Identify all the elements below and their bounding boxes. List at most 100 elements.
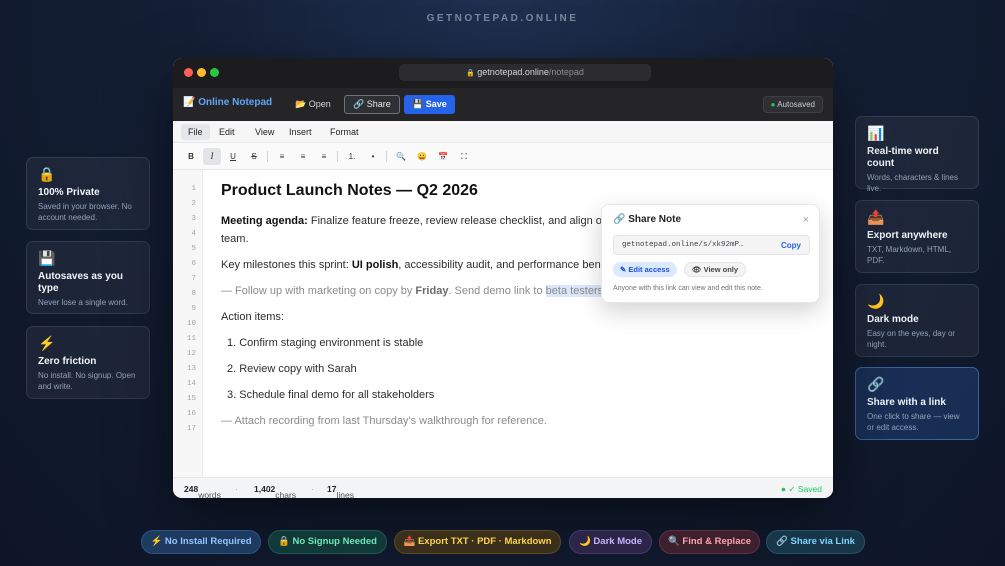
align-left-button[interactable]: ≡ <box>273 148 291 165</box>
app-header: 📝 Online Notepad 📂 Open 🔗 Share 💾 Save ●… <box>173 88 833 121</box>
minimize-window-button[interactable] <box>197 68 206 77</box>
agenda-continuation: team. <box>221 233 249 245</box>
copy-link-button[interactable]: Copy <box>781 241 801 250</box>
feature-desc: Saved in your browser. No account needed… <box>38 202 132 222</box>
menu-bar: File Edit View Insert Format <box>173 121 833 143</box>
feature-title: Export anywhere <box>867 230 948 241</box>
align-center-button[interactable]: ≡ <box>294 148 312 165</box>
calendar-icon[interactable]: 📅 <box>434 148 452 165</box>
find-icon[interactable]: 🔍 <box>392 148 410 165</box>
strikethrough-button[interactable]: S <box>245 148 263 165</box>
milestones-bold: UI polish <box>351 259 399 271</box>
line-count-value: 17 <box>327 484 337 494</box>
line-number: 2 <box>191 200 196 208</box>
feature-desc: Easy on the eyes, day or night. <box>867 329 956 349</box>
saved-indicator: ● ✓ Saved <box>780 484 822 494</box>
list-item: 3. Schedule final demo for all stakehold… <box>227 389 435 401</box>
feature-title: Real-time word count <box>867 146 939 169</box>
feature-card-share: 🔗 Share with a link One click to share —… <box>855 367 979 440</box>
status-bar: 248 words · 1,402 chars · 17 lines ● ✓ S… <box>173 477 833 498</box>
agenda-line: Meeting agenda: Finalize feature freeze,… <box>221 215 608 227</box>
menu-insert[interactable]: Insert <box>282 124 319 140</box>
brand-title: GETNOTEPAD.ONLINE <box>426 13 579 24</box>
feature-card-export: 📤 Export anywhere TXT, Markdown, HTML, P… <box>855 200 979 273</box>
numbered-list-button[interactable]: 1. <box>343 148 361 165</box>
underline-button[interactable]: U <box>224 148 242 165</box>
feature-card-private: 🔒 100% Private Saved in your browser. No… <box>26 157 150 230</box>
feature-desc: One click to share — view or edit access… <box>867 412 960 432</box>
line-number: 14 <box>186 380 196 388</box>
bold-button[interactable]: B <box>182 148 200 165</box>
agenda-label: Meeting agenda: <box>221 215 308 227</box>
menu-view[interactable]: View <box>248 124 281 140</box>
line-number-gutter: 1 2 3 4 5 6 7 8 9 10 11 12 13 14 15 16 1… <box>173 170 203 477</box>
autosaved-label: Autosaved <box>777 100 815 109</box>
emoji-icon[interactable]: 😀 <box>413 148 431 165</box>
char-count-value: 1,402 <box>254 484 276 494</box>
italic-button[interactable]: I <box>203 148 221 165</box>
char-count-label: chars <box>275 490 297 498</box>
autosaved-badge: ● Autosaved <box>762 96 823 113</box>
share-button[interactable]: 🔗 Share <box>344 95 400 114</box>
char-count: 1,402 chars <box>254 484 296 498</box>
line-number: 3 <box>191 215 196 223</box>
toolbar-divider <box>337 151 338 162</box>
feature-desc: Words, characters & lines live. <box>867 173 958 193</box>
share-popover-title: 🔗 Share Note <box>613 214 682 225</box>
link-icon: 🔗 <box>867 376 885 392</box>
format-toolbar: B I U S ≡ ≡ ≡ 1. • 🔍 😀 📅 ⛶ <box>173 143 833 170</box>
feature-card-zero-friction: ⚡ Zero friction No install. No signup. O… <box>26 326 150 399</box>
selected-text[interactable]: beta testers <box>545 285 604 297</box>
feature-card-autosave: 💾 Autosaves as you type Never lose a sin… <box>26 241 150 314</box>
app-logo[interactable]: 📝 Online Notepad <box>183 97 272 108</box>
bullet-list-button[interactable]: • <box>364 148 382 165</box>
save-button[interactable]: 💾 Save <box>404 95 455 114</box>
line-number: 4 <box>191 230 196 238</box>
followup-line: — Follow up with marketing on copy by Fr… <box>221 285 604 297</box>
close-window-button[interactable] <box>184 68 193 77</box>
pill-find-replace[interactable]: 🔍 Find & Replace <box>659 530 760 554</box>
document-title: Product Launch Notes — Q2 2026 <box>221 182 478 199</box>
edit-access-toggle[interactable]: ✎ Edit access <box>613 262 677 277</box>
menu-file[interactable]: File <box>181 124 210 140</box>
lock-icon: 🔒 <box>466 70 475 77</box>
toolbar-divider <box>386 151 387 162</box>
pill-dark-mode[interactable]: 🌙 Dark Mode <box>569 530 652 554</box>
floppy-disk-icon: 💾 <box>38 250 56 266</box>
line-number: 5 <box>191 245 196 253</box>
status-separator: · <box>311 484 314 494</box>
feature-desc: Never lose a single word. <box>38 298 128 307</box>
share-link-url: getnotepad.online/s/xk92mP… <box>622 241 744 249</box>
title-bar: 🔒 getnotepad.online/notepad <box>173 58 833 88</box>
feature-title: 100% Private <box>38 187 100 198</box>
line-number: 6 <box>191 260 196 268</box>
line-number: 17 <box>186 425 196 433</box>
followup-prefix: — Follow up with marketing on copy by <box>221 285 416 297</box>
menu-edit[interactable]: Edit <box>212 124 242 140</box>
align-right-button[interactable]: ≡ <box>315 148 333 165</box>
feature-title: Dark mode <box>867 314 919 325</box>
pill-share-link[interactable]: 🔗 Share via Link <box>766 530 865 554</box>
pill-no-signup[interactable]: 🔒 No Signup Needed <box>268 530 387 554</box>
status-dot-icon: ● <box>770 100 776 109</box>
line-count-label: lines <box>336 490 354 498</box>
feature-card-dark-mode: 🌙 Dark mode Easy on the eyes, day or nig… <box>855 284 979 357</box>
open-button[interactable]: 📂 Open <box>287 95 339 114</box>
feature-title: Zero friction <box>38 356 97 367</box>
line-number: 11 <box>186 335 196 343</box>
word-count-value: 248 <box>184 484 199 494</box>
line-number: 10 <box>186 320 196 328</box>
share-link-field[interactable]: getnotepad.online/s/xk92mP… Copy <box>613 235 810 255</box>
pill-no-install[interactable]: ⚡ No Install Required <box>141 530 261 554</box>
address-bar[interactable]: 🔒 getnotepad.online/notepad <box>399 64 651 81</box>
line-number: 1 <box>191 185 196 193</box>
close-icon[interactable]: × <box>803 214 809 226</box>
view-only-toggle[interactable]: 👁 View only <box>684 262 747 277</box>
footer-note: — Attach recording from last Thursday's … <box>221 415 547 427</box>
fullscreen-icon[interactable]: ⛶ <box>455 148 473 165</box>
maximize-window-button[interactable] <box>210 68 219 77</box>
pill-export[interactable]: 📤 Export TXT · PDF · Markdown <box>394 530 561 554</box>
line-number: 15 <box>186 395 196 403</box>
menu-format[interactable]: Format <box>323 124 366 140</box>
lightning-icon: ⚡ <box>38 335 56 351</box>
